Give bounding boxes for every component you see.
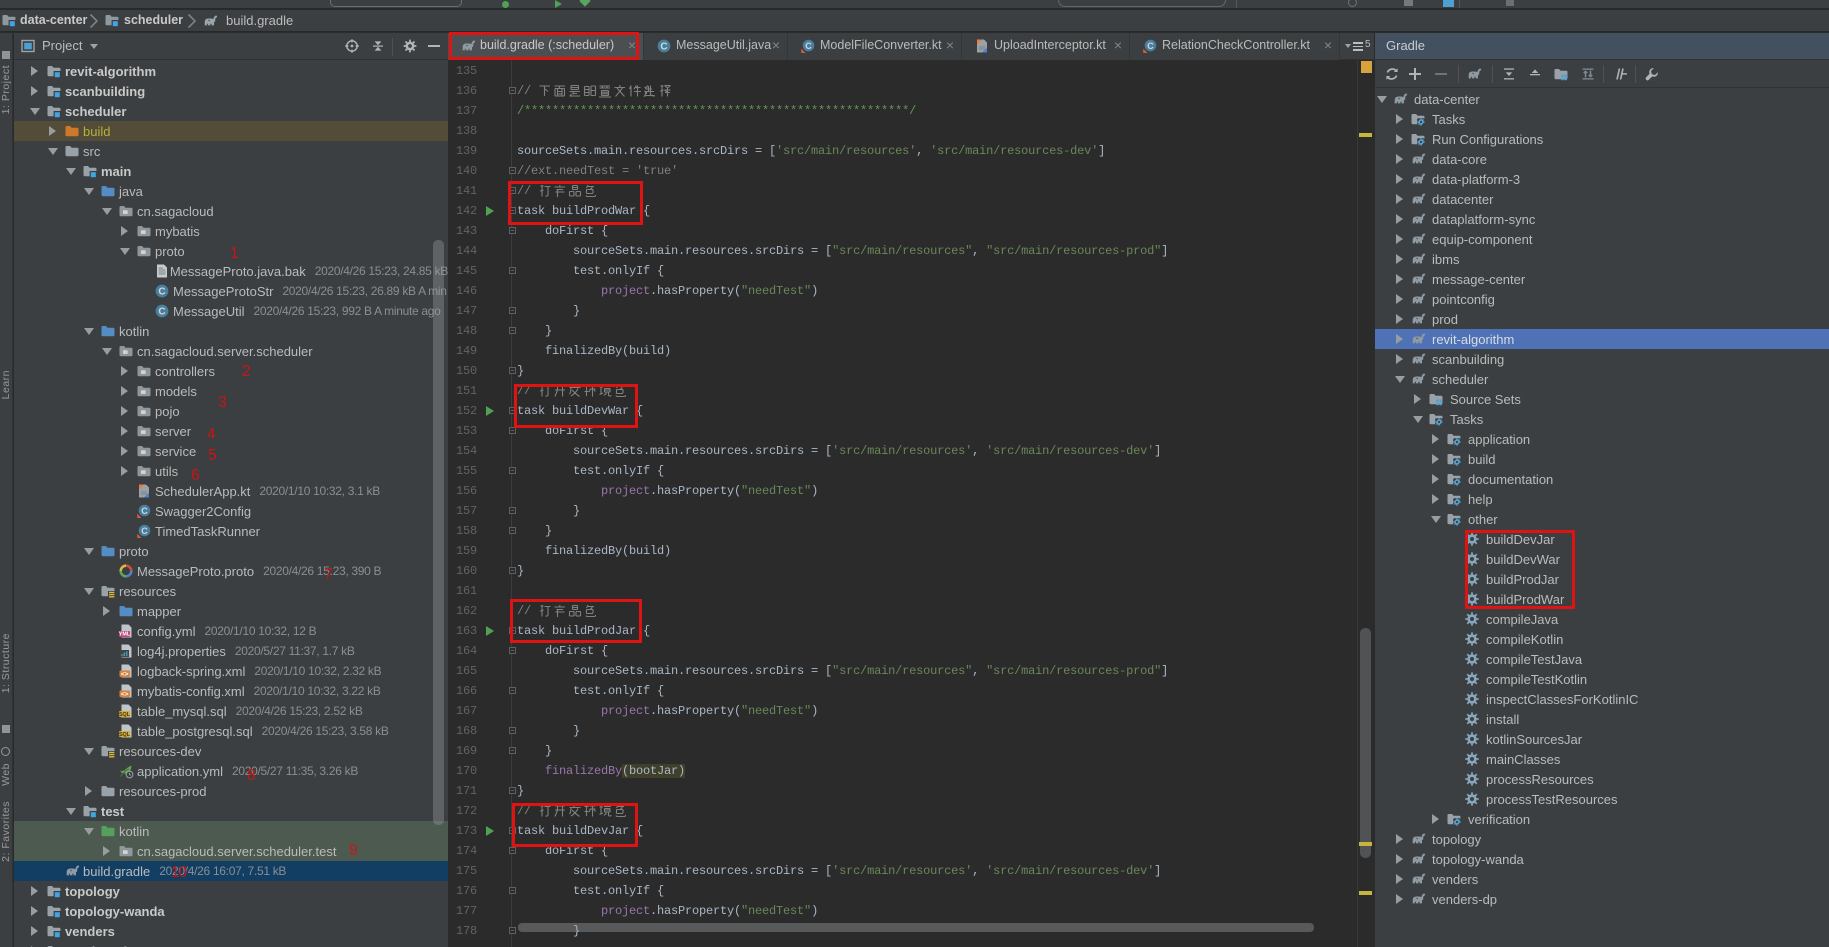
- svg-text:C: C: [141, 506, 148, 516]
- svg-text:C: C: [805, 41, 812, 51]
- svg-text:C: C: [141, 526, 148, 536]
- svg-text:C: C: [1147, 41, 1154, 51]
